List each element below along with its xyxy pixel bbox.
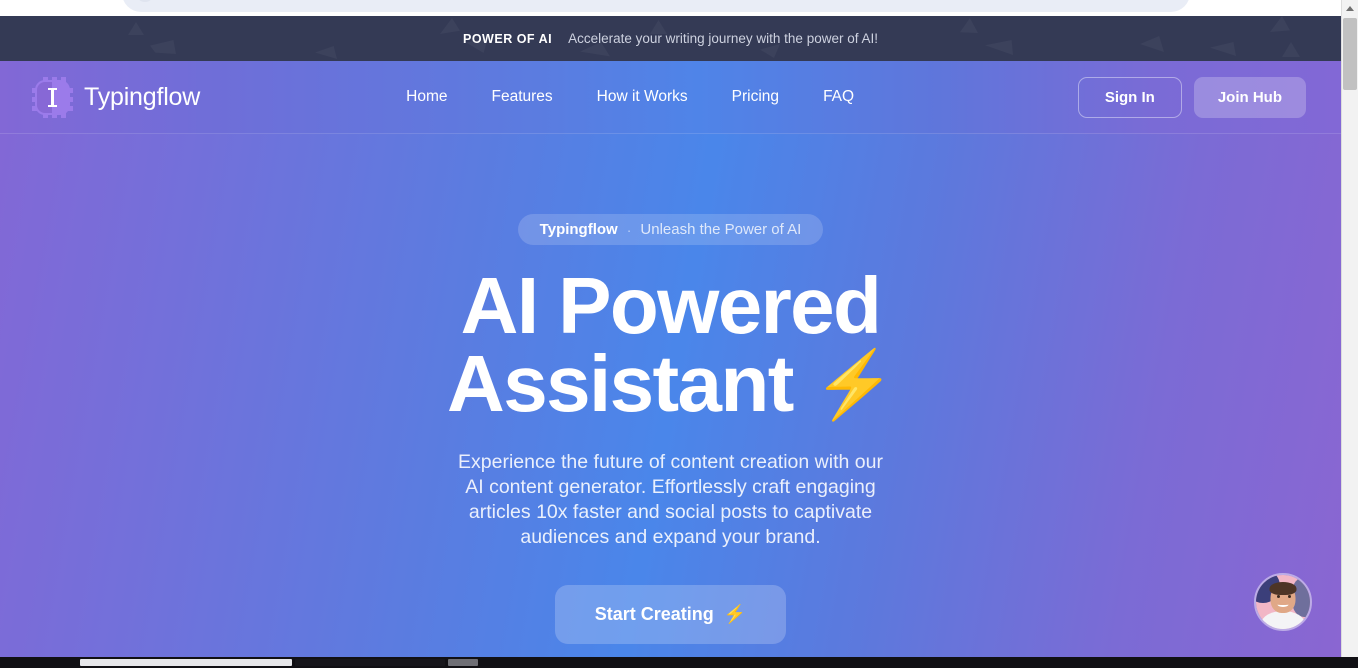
vertical-scrollbar[interactable] (1341, 0, 1358, 668)
brand-logo[interactable]: Typingflow (32, 76, 201, 118)
nav-item-how-it-works[interactable]: How it Works (597, 88, 688, 106)
taskbar-item-1[interactable] (80, 659, 292, 666)
header-actions: Sign In Join Hub (1077, 76, 1306, 118)
nav-item-features[interactable]: Features (491, 88, 552, 106)
nav-item-pricing[interactable]: Pricing (732, 88, 779, 106)
hero-badge-brand: Typingflow (539, 221, 618, 238)
announcement-banner: POWER OF AI Accelerate your writing jour… (0, 16, 1341, 61)
screen: POWER OF AI Accelerate your writing jour… (0, 0, 1358, 668)
avatar-shirt (1261, 611, 1305, 629)
avatar-eye-left (1277, 595, 1280, 598)
nav-item-faq[interactable]: FAQ (823, 88, 854, 106)
hero-title-line-1: AI Powered (460, 261, 882, 350)
page-title: AI Powered Assistant ⚡ (447, 266, 896, 424)
lightning-bolt-icon: ⚡ (723, 603, 747, 624)
main-navigation: Home Features How it Works Pricing FAQ (406, 88, 854, 106)
taskbar-item-3[interactable] (448, 659, 478, 666)
taskbar-item-2[interactable] (295, 659, 445, 666)
os-taskbar[interactable] (0, 657, 1358, 668)
scroll-up-arrow-icon[interactable] (1342, 0, 1358, 17)
avatar[interactable] (1254, 573, 1312, 631)
browser-chrome (0, 0, 1358, 16)
announcement-tag: POWER OF AI (463, 31, 553, 46)
hero-badge-separator: · (626, 221, 632, 238)
site-header: Typingflow Home Features How it Works Pr… (0, 61, 1341, 134)
sign-in-button[interactable]: Sign In (1077, 76, 1182, 118)
hero-title-line-2: Assistant (447, 339, 794, 429)
hero-badge: Typingflow · Unleash the Power of AI (517, 214, 824, 245)
join-hub-button[interactable]: Join Hub (1193, 76, 1306, 118)
start-creating-button[interactable]: Start Creating ⚡ (554, 584, 787, 644)
address-bar[interactable] (122, 0, 1190, 12)
page-viewport: POWER OF AI Accelerate your writing jour… (0, 16, 1341, 657)
avatar-smile (1277, 602, 1289, 607)
scrollbar-thumb[interactable] (1343, 18, 1357, 90)
hero-badge-tagline: Unleash the Power of AI (640, 221, 802, 238)
brand-name: Typingflow (84, 82, 201, 111)
site-info-icon[interactable] (136, 0, 154, 2)
ai-chip-cursor-icon (32, 76, 73, 118)
announcement-text: Accelerate your writing journey with the… (568, 31, 878, 46)
lightning-bolt-icon: ⚡ (813, 347, 895, 422)
avatar-eye-right (1288, 595, 1291, 598)
hero-section: Typingflow · Unleash the Power of AI AI … (0, 134, 1341, 657)
hero-subtitle: Experience the future of content creatio… (458, 450, 883, 548)
start-creating-label: Start Creating (594, 603, 714, 624)
nav-item-home[interactable]: Home (406, 88, 447, 106)
announcement-content: POWER OF AI Accelerate your writing jour… (463, 31, 878, 46)
avatar-hair (1269, 582, 1297, 595)
